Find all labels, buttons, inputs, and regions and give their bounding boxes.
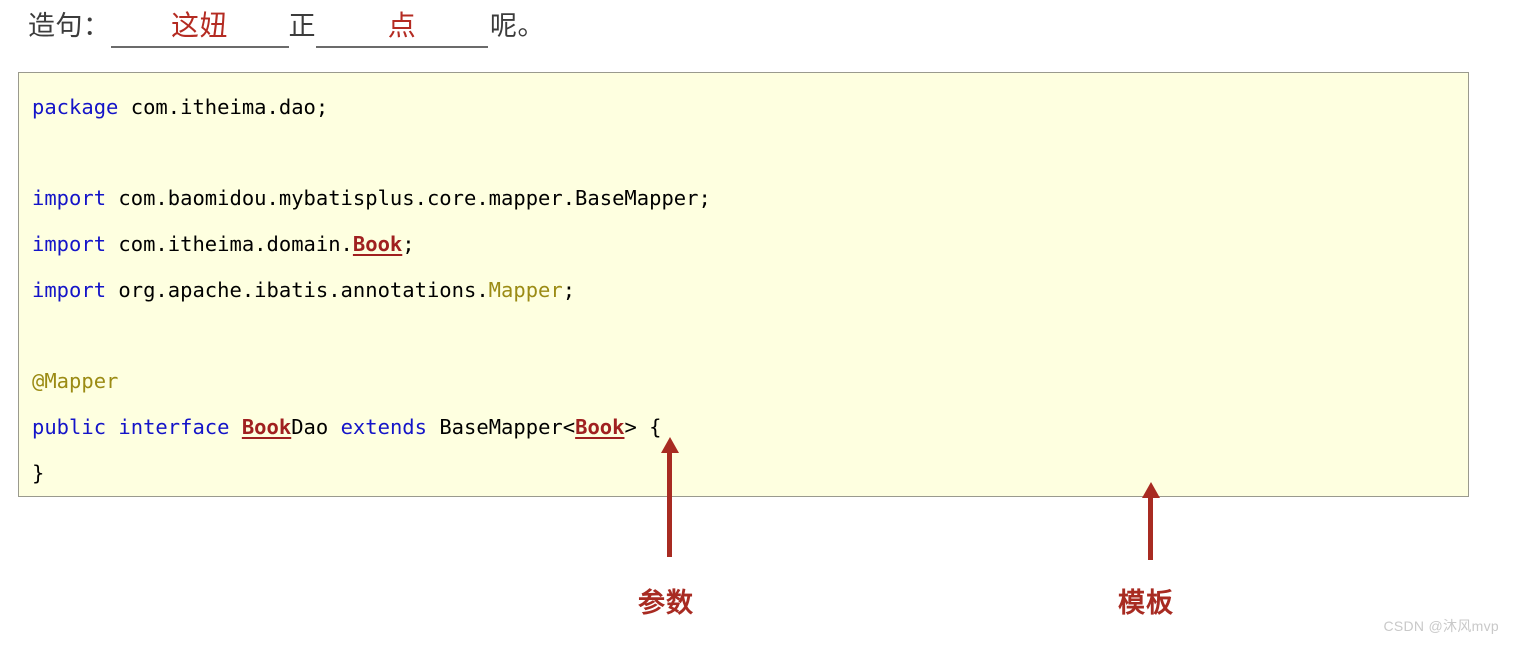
code-token: package	[32, 95, 119, 119]
code-lines: package com.itheima.dao; import com.baom…	[32, 85, 711, 496]
code-line: import com.baomidou.mybatisplus.core.map…	[32, 176, 711, 222]
code-line: import com.itheima.domain.Book;	[32, 222, 711, 268]
parameter-arrow-shaft	[667, 452, 672, 557]
template-annotation-label: 模板	[1118, 588, 1174, 618]
code-token: > {	[624, 414, 662, 439]
parameter-arrow-head-icon	[660, 437, 679, 453]
sentence-tail: 呢。	[490, 11, 545, 41]
code-token: com.itheima.dao;	[118, 95, 329, 119]
csdn-watermark: CSDN @沐风mvp	[1383, 618, 1499, 634]
code-token: interface	[118, 414, 230, 439]
code-line: import org.apache.ibatis.annotations.Map…	[32, 268, 711, 314]
code-token: BaseMapper<	[427, 414, 576, 439]
code-token: }	[32, 460, 45, 485]
code-token: Book	[352, 232, 403, 257]
template-arrow-head-icon	[1141, 482, 1160, 498]
code-line: @Mapper	[32, 359, 711, 405]
parameter-annotation-label: 参数	[638, 588, 694, 618]
code-token: org.apache.ibatis.annotations.	[106, 277, 489, 302]
sentence-blank-two: 点	[316, 4, 488, 48]
code-token: com.itheima.domain.	[106, 232, 353, 257]
code-token: Book	[575, 414, 625, 439]
code-block: package com.itheima.dao; import com.baom…	[18, 72, 1469, 497]
sentence-lead-label: 造句：	[28, 11, 111, 41]
code-token: extends	[340, 414, 427, 439]
code-token: Mapper	[488, 277, 563, 302]
sentence-static-char: 正	[288, 11, 316, 41]
code-token: ;	[562, 277, 576, 302]
code-token: import	[32, 277, 107, 302]
code-token: Book	[241, 414, 292, 439]
sentence-prompt: 造句： 这妞 正 点 呢。	[28, 4, 545, 52]
code-token: ;	[402, 232, 415, 257]
code-token: Dao	[291, 414, 341, 439]
code-line: public interface BookDao extends BaseMap…	[32, 405, 711, 451]
code-token: import	[32, 232, 107, 257]
code-line: }	[32, 451, 711, 497]
code-line: package com.itheima.dao;	[32, 85, 711, 131]
code-token: public	[32, 414, 107, 439]
code-token: import	[32, 186, 107, 211]
sentence-blank-one: 这妞	[110, 4, 289, 48]
template-arrow-shaft	[1148, 497, 1153, 560]
code-token: com.baomidou.mybatisplus.core.mapper.Bas…	[106, 186, 711, 211]
code-token: @Mapper	[32, 369, 119, 394]
